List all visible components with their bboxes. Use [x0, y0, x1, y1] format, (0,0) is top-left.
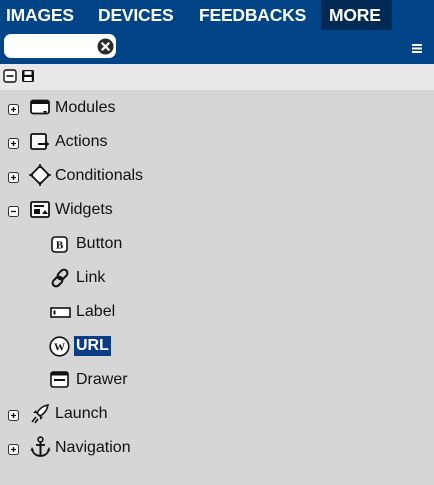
collapse-all-icon[interactable] — [3, 69, 17, 83]
anchor-icon — [30, 436, 51, 457]
button-b-icon: B — [51, 236, 68, 253]
tree-node-modules[interactable]: Modules — [0, 96, 434, 124]
drawer-icon — [50, 371, 69, 388]
label-rect-icon — [50, 307, 71, 318]
tree-node-label: Button — [76, 235, 123, 252]
expand-icon[interactable] — [8, 172, 19, 183]
diamond-icon — [29, 164, 51, 186]
tree-node-widgets[interactable]: Widgets — [0, 198, 434, 226]
action-arrow-icon — [30, 133, 50, 150]
tree-node-launch[interactable]: Launch — [0, 402, 434, 430]
tree-node-label: URL — [74, 336, 111, 356]
wordpress-w-icon: W — [49, 336, 70, 357]
tree-node-label-widget[interactable]: Label — [0, 300, 434, 328]
tab-images[interactable]: IMAGES — [6, 0, 74, 30]
rocket-icon — [31, 403, 50, 424]
expand-icon[interactable] — [8, 444, 19, 455]
tree-node-navigation[interactable]: Navigation — [0, 436, 434, 464]
tree-node-label: Actions — [55, 133, 108, 150]
tree-node-label: Navigation — [55, 439, 131, 456]
tree-node-label: Modules — [55, 99, 116, 116]
expand-icon[interactable] — [8, 138, 19, 149]
tree-node-label: Label — [76, 303, 116, 320]
tab-more[interactable]: MORE — [321, 0, 392, 30]
expand-icon[interactable] — [8, 104, 19, 115]
tab-feedbacks[interactable]: FEEDBACKS — [199, 0, 306, 30]
tree-node-label: Launch — [55, 405, 108, 422]
svg-text:W: W — [54, 342, 65, 354]
tree-toolbar — [0, 64, 434, 90]
tree-node-label: Widgets — [55, 201, 113, 218]
widget-icon — [30, 201, 50, 218]
tab-bar: IMAGES DEVICES FEEDBACKS MORE — [0, 0, 434, 30]
window-icon — [30, 99, 50, 115]
chain-link-icon — [51, 268, 69, 288]
tree-node-url[interactable]: W URL — [0, 334, 434, 362]
tree-node-label: Conditionals — [55, 167, 144, 184]
tree-node-conditionals[interactable]: Conditionals — [0, 164, 434, 192]
save-icon[interactable] — [21, 69, 35, 83]
clear-search-icon[interactable] — [97, 38, 114, 55]
expand-icon[interactable] — [8, 410, 19, 421]
tab-devices[interactable]: DEVICES — [98, 0, 174, 30]
tree-node-actions[interactable]: Actions — [0, 130, 434, 158]
tree-node-label: Link — [76, 269, 106, 286]
tree-node-link[interactable]: Link — [0, 266, 434, 294]
component-tree: Modules Actions Conditionals Widgets B B… — [0, 90, 434, 485]
collapse-icon[interactable] — [8, 206, 19, 217]
search-box — [4, 34, 116, 58]
tree-node-label: Drawer — [76, 371, 128, 388]
search-input[interactable] — [10, 37, 90, 55]
menu-icon[interactable] — [409, 40, 425, 56]
tree-node-button[interactable]: B Button — [0, 232, 434, 260]
tree-node-drawer[interactable]: Drawer — [0, 368, 434, 396]
svg-text:B: B — [56, 240, 64, 252]
